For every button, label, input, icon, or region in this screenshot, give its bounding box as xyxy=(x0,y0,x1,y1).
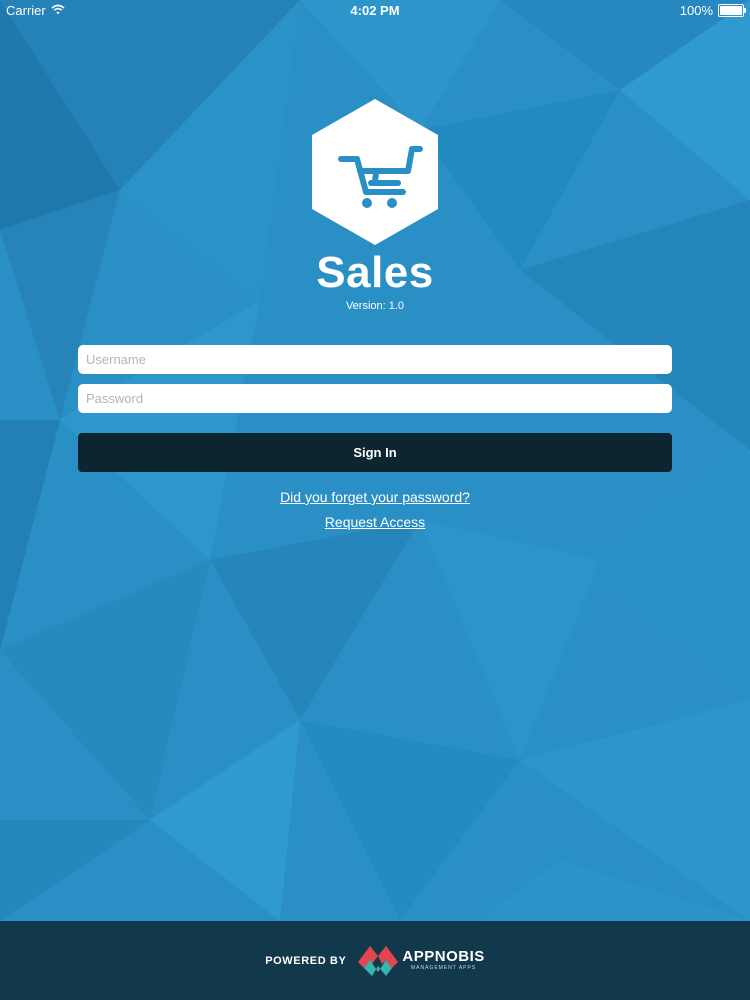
app-version: Version: 1.0 xyxy=(345,300,405,312)
powered-by-label: POWERED BY xyxy=(265,954,347,967)
request-access-row: Request Access xyxy=(0,514,750,530)
forgot-password-row: Did you forget your password? xyxy=(0,489,750,505)
footer: POWERED BY APPNOBIS MANAGEMENT APPS xyxy=(0,921,750,1000)
username-input[interactable] xyxy=(78,345,672,374)
brand-text: APPNOBIS MANAGEMENT APPS xyxy=(402,949,484,972)
brand-tagline: MANAGEMENT APPS xyxy=(410,965,477,971)
password-input[interactable] xyxy=(78,384,672,413)
sign-in-button[interactable]: Sign In xyxy=(78,433,672,472)
sign-in-label: Sign In xyxy=(353,445,397,460)
battery-percent: 100% xyxy=(679,3,713,18)
sales-cart-logo-icon xyxy=(312,99,438,245)
forgot-password-link[interactable]: Did you forget your password? xyxy=(280,489,470,505)
appnobis-logo-icon xyxy=(358,945,399,976)
battery-icon xyxy=(718,4,746,17)
app-title: Sales xyxy=(316,248,434,297)
status-time: 4:02 PM xyxy=(350,3,400,18)
brand-name: APPNOBIS xyxy=(402,948,485,965)
status-right: 100% xyxy=(679,3,746,18)
status-bar: Carrier 4:02 PM 100% xyxy=(0,0,750,22)
request-access-link[interactable]: Request Access xyxy=(325,514,425,530)
